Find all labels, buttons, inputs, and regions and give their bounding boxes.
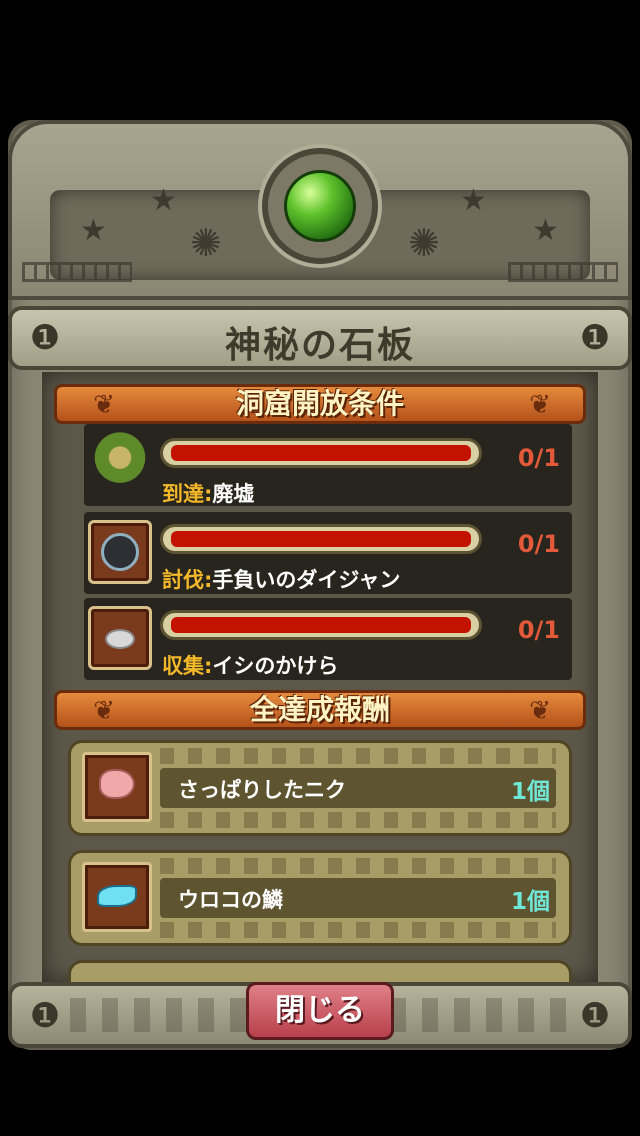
meat-shape (99, 769, 135, 799)
condition-target: 手負いのダイジャン (212, 568, 401, 592)
condition-label: 収集:イシのかけら (162, 650, 338, 680)
progress-bar (160, 524, 482, 554)
bird-crest-icon: ✺ (408, 221, 440, 265)
spiral-drop-icon: ❶ (29, 996, 61, 1036)
stone-shape (105, 629, 135, 649)
progress-count: 0/1 (517, 530, 560, 558)
progress-track (171, 617, 471, 633)
stone-fragment-icon (88, 606, 152, 670)
meander-border (22, 262, 132, 282)
meat-icon (82, 752, 152, 822)
ruins-icon (88, 432, 152, 496)
scale-icon (82, 862, 152, 932)
green-gem-icon (284, 170, 356, 242)
star-icon: ★ (460, 183, 487, 218)
reward-pattern (160, 858, 556, 874)
scale-shape (97, 885, 137, 907)
progress-count: 0/1 (517, 444, 560, 472)
reward-card-partial (68, 960, 572, 984)
progress-bar (160, 438, 482, 468)
spiral-drop-icon: ❶ (579, 996, 611, 1036)
progress-bar (160, 610, 482, 640)
condition-kind: 到達 (162, 482, 204, 506)
rewards-header: 全達成報酬 (249, 693, 390, 726)
reward-name: さっぱりしたニク (178, 778, 346, 802)
star-icon: ★ (80, 213, 107, 248)
progress-track (171, 445, 471, 461)
star-icon: ★ (532, 213, 559, 248)
progress-count: 0/1 (517, 616, 560, 644)
progress-track (171, 531, 471, 547)
reward-pattern (160, 748, 556, 764)
bird-crest-icon: ✺ (190, 221, 222, 265)
conditions-header: 洞窟開放条件 (235, 387, 404, 420)
close-button[interactable]: 閉じる (246, 982, 394, 1040)
condition-label: 到達:廃墟 (162, 478, 254, 508)
condition-kind: 収集 (162, 654, 204, 678)
snake-monster-icon (88, 520, 152, 584)
condition-kind: 討伐 (162, 568, 204, 592)
condition-target: イシのかけら (212, 654, 339, 678)
reward-pattern (160, 812, 556, 828)
condition-label: 討伐:手負いのダイジャン (162, 564, 400, 594)
reward-quantity: 1個 (510, 779, 550, 805)
reward-quantity: 1個 (510, 889, 550, 915)
condition-target: 廃墟 (212, 482, 255, 506)
meander-border (508, 262, 618, 282)
snake-face (101, 533, 139, 571)
reward-name: ウロコの鱗 (178, 888, 283, 912)
star-icon: ★ (150, 183, 177, 218)
page-title: 神秘の石板 (224, 325, 415, 366)
reward-pattern (160, 922, 556, 938)
